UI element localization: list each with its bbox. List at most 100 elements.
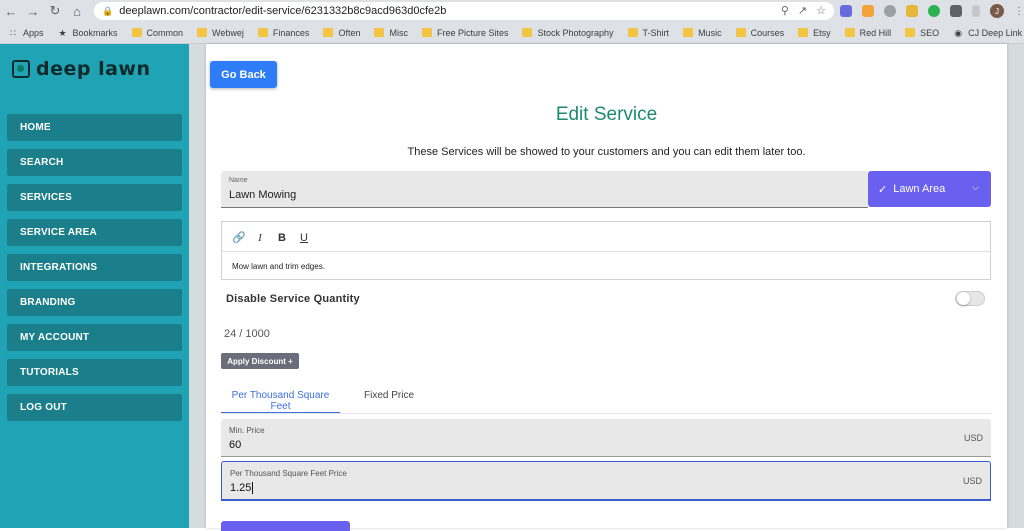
tab-fixed-price[interactable]: Fixed Price xyxy=(364,390,414,401)
lawn-area-dropdown[interactable]: ✓ Lawn Area ⌵ xyxy=(868,171,991,207)
folder-icon xyxy=(798,28,809,37)
chevron-down-icon: ⌵ xyxy=(972,182,979,192)
tab-per-thousand-sqft[interactable]: Per Thousand Square Feet xyxy=(221,390,340,414)
name-input[interactable]: Lawn Mowing xyxy=(229,189,296,201)
sidebar-item-my-account[interactable]: MY ACCOUNT xyxy=(7,324,182,351)
bookmark-item[interactable]: ◉ CJ Deep Link xyxy=(953,28,1022,38)
sidebar-item-home[interactable]: HOME xyxy=(7,114,182,141)
check-icon: ✓ xyxy=(878,183,888,196)
sidebar-item-services[interactable]: SERVICES xyxy=(7,184,182,211)
menu-dots-icon[interactable]: ⋮ xyxy=(1014,6,1024,17)
disable-quantity-toggle[interactable] xyxy=(955,291,985,306)
ptsf-price-field[interactable]: Per Thousand Square Feet Price 1.25 USD xyxy=(221,461,991,501)
divider xyxy=(222,251,990,252)
star-icon[interactable]: ☆ xyxy=(816,4,826,17)
save-button[interactable] xyxy=(221,521,350,531)
star-icon: ★ xyxy=(58,27,67,38)
folder-icon xyxy=(197,28,208,37)
share-icon[interactable]: ↗ xyxy=(798,4,807,17)
back-arrow-icon[interactable]: ← xyxy=(0,0,22,22)
sidebar-item-service-area[interactable]: SERVICE AREA xyxy=(7,219,182,246)
service-name-field[interactable]: Name Lawn Mowing xyxy=(221,171,868,208)
go-back-button[interactable]: Go Back xyxy=(210,61,277,88)
extension-icon[interactable] xyxy=(862,5,874,17)
folder-icon xyxy=(374,28,385,37)
logo[interactable]: deep lawn xyxy=(12,58,151,80)
editor-content[interactable]: Mow lawn and trim edges. xyxy=(232,262,325,271)
bookmark-item[interactable]: Finances xyxy=(257,27,310,38)
sidebar-item-search[interactable]: SEARCH xyxy=(7,149,182,176)
underline-button[interactable]: U xyxy=(298,232,310,244)
bookmark-item[interactable]: Free Picture Sites xyxy=(421,28,508,38)
home-icon[interactable]: ⌂ xyxy=(66,0,88,22)
bookmark-label: SEO xyxy=(920,27,940,38)
bookmark-label: Common xyxy=(146,27,184,38)
sidebar-item-integrations[interactable]: INTEGRATIONS xyxy=(7,254,182,281)
bookmark-label: Webwej xyxy=(212,27,244,38)
sidebar-item-log-out[interactable]: LOG OUT xyxy=(7,394,182,421)
page-title: Edit Service xyxy=(555,104,658,125)
folder-icon xyxy=(131,28,142,37)
sidebar-item-branding[interactable]: BRANDING xyxy=(7,289,182,316)
forward-arrow-icon[interactable]: → xyxy=(22,0,44,22)
bookmark-label: Apps xyxy=(23,27,44,38)
bookmark-label: Bookmarks xyxy=(72,27,118,38)
bookmark-label: Music xyxy=(698,27,722,38)
apply-discount-button[interactable]: Apply Discount + xyxy=(221,353,299,369)
folder-icon xyxy=(257,28,268,37)
bookmark-item[interactable]: ★ Bookmarks xyxy=(58,27,118,38)
profile-avatar[interactable]: J xyxy=(990,4,1004,18)
bookmark-item[interactable]: Misc xyxy=(374,28,408,38)
bookmark-label: Courses xyxy=(750,27,785,38)
min-price-field[interactable]: Min. Price 60 USD xyxy=(221,419,991,457)
bookmark-item[interactable]: Common xyxy=(131,27,184,38)
folder-icon xyxy=(905,28,916,37)
bookmarks-bar: ∷ Apps ★ Bookmarks Common Webwej Finances Often… xyxy=(0,22,1024,44)
lawn-area-label: Lawn Area xyxy=(893,183,946,195)
editor-toolbar: 🔗 I B U xyxy=(232,231,310,245)
logo-icon xyxy=(12,60,30,78)
bookmark-label: T-Shirt xyxy=(642,27,670,38)
bookmark-item[interactable]: Webwej xyxy=(197,28,244,38)
folder-icon xyxy=(627,28,638,37)
extension-icon[interactable] xyxy=(928,5,940,17)
page-subtitle: These Services will be showed to your cu… xyxy=(407,146,806,158)
key-icon[interactable]: ⚲ xyxy=(781,4,789,17)
bookmark-item[interactable]: Often xyxy=(323,28,360,38)
description-editor[interactable]: 🔗 I B U Mow lawn and trim edges. xyxy=(221,221,991,280)
bookmark-item[interactable]: T-Shirt xyxy=(627,27,670,38)
bookmark-item[interactable]: SEO xyxy=(905,28,939,38)
folder-icon xyxy=(522,28,533,37)
bookmark-label: Finances xyxy=(272,27,310,38)
bold-button[interactable]: B xyxy=(276,232,288,244)
bookmark-item[interactable]: Etsy xyxy=(798,28,831,38)
apps-icon: ∷ xyxy=(10,27,16,38)
italic-button[interactable]: I xyxy=(254,232,266,244)
bookmark-item[interactable]: Red Hill xyxy=(844,28,891,38)
bookmark-item[interactable]: Music xyxy=(683,28,722,38)
bookmark-label: Stock Photography xyxy=(537,27,614,38)
bookmark-label: Often xyxy=(338,27,361,38)
puzzle-icon[interactable] xyxy=(950,5,962,17)
extension-icon[interactable] xyxy=(906,5,918,17)
reload-icon[interactable]: ↻ xyxy=(44,0,66,22)
folder-icon xyxy=(844,28,855,37)
folder-icon xyxy=(683,28,694,37)
bookmark-item[interactable]: Courses xyxy=(735,27,785,38)
sidebar-item-tutorials[interactable]: TUTORIALS xyxy=(7,359,182,386)
folder-icon xyxy=(735,28,746,37)
bookmark-item[interactable]: Stock Photography xyxy=(522,27,614,38)
logo-text: deep lawn xyxy=(36,58,151,80)
folder-icon xyxy=(323,28,334,37)
address-bar[interactable]: 🔒 deeplawn.com/contractor/edit-service/6… xyxy=(94,2,834,20)
min-price-input[interactable]: 60 xyxy=(229,439,241,451)
bookmark-item[interactable]: ∷ Apps xyxy=(8,27,44,38)
extension-icon[interactable] xyxy=(884,5,896,17)
extensions-bar: J ⋮ xyxy=(840,4,1024,18)
link-icon[interactable]: 🔗 xyxy=(232,231,246,244)
char-counter: 24 / 1000 xyxy=(224,328,270,340)
extension-icon[interactable] xyxy=(840,5,852,17)
sidebar-toggle-icon[interactable] xyxy=(972,5,980,17)
ptsf-price-input[interactable]: 1.25 xyxy=(230,482,254,495)
folder-icon xyxy=(421,28,432,37)
